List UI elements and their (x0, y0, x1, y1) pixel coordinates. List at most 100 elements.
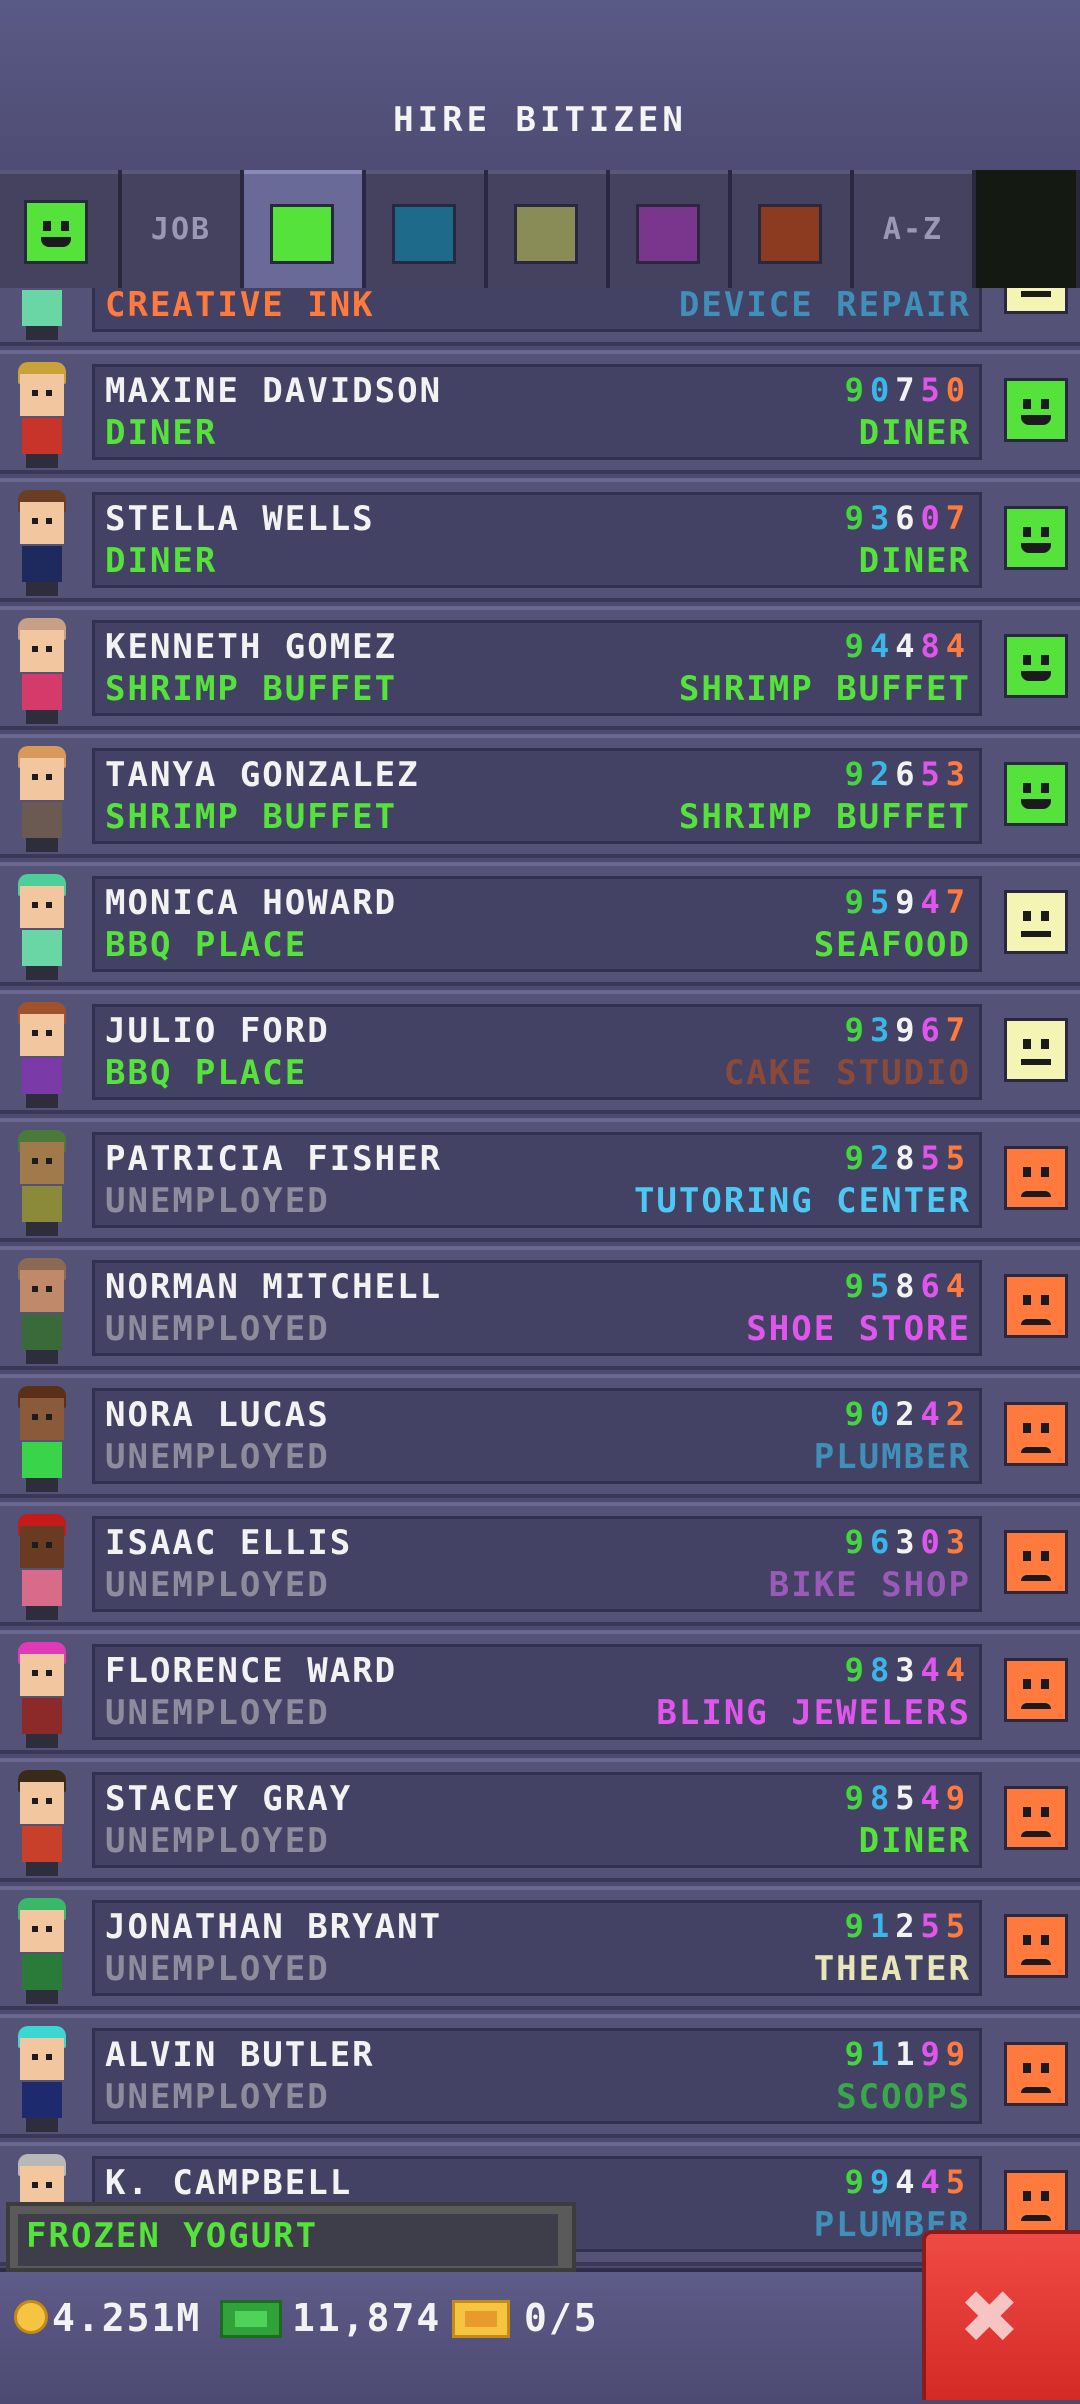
bitizen-name: STELLA WELLS (105, 499, 375, 539)
happy-face-icon (1004, 762, 1068, 826)
bitizen-name: STACEY GRAY (105, 1779, 353, 1819)
filter-tab[interactable]: JOB (122, 170, 240, 288)
avatar (12, 746, 72, 852)
avatar (12, 618, 72, 724)
bitizen-name: FLORENCE WARD (105, 1651, 398, 1691)
dream-job: TUTORING CENTER (633, 1181, 971, 1221)
list-item[interactable]: FLORENCE WARD 98344 UNEMPLOYED BLING JEWELE… (0, 1630, 1080, 1754)
page-title: HIRE BITIZEN (393, 100, 687, 140)
color-swatch (270, 204, 334, 264)
dream-job: PLUMBER (813, 1437, 971, 1477)
list-item[interactable]: ALVIN BUTLER 91199 UNEMPLOYED SCOOPS (0, 2014, 1080, 2138)
neutral-face-icon (1004, 288, 1068, 314)
current-job: UNEMPLOYED (105, 1181, 330, 1221)
bitizen-card: PATRICIA FISHER 92855 UNEMPLOYED TUTORING C… (92, 1132, 982, 1228)
bitizen-name: PATRICIA FISHER (105, 1139, 443, 1179)
bitizen-name: JULIO FORD (105, 1011, 330, 1051)
list-item[interactable]: CREATIVE INK DEVICE REPAIR (0, 288, 1080, 346)
list-item[interactable]: PATRICIA FISHER 92855 UNEMPLOYED TUTORING C… (0, 1118, 1080, 1242)
bitizen-number: 94484 (844, 627, 971, 665)
filter-tab-label: JOB (150, 212, 212, 247)
sad-face-icon (1004, 1914, 1068, 1978)
avatar (12, 1642, 72, 1748)
bitizen-card: CREATIVE INK DEVICE REPAIR (92, 288, 982, 332)
happy-face-icon (1004, 634, 1068, 698)
bitizen-number: 96303 (844, 1523, 971, 1561)
filter-tab[interactable] (244, 170, 362, 288)
filter-tab[interactable] (488, 170, 606, 288)
bitizen-card: NORMAN MITCHELL 95864 UNEMPLOYED SHOE STORE (92, 1260, 982, 1356)
happy-face-icon (24, 200, 88, 264)
list-item[interactable]: JULIO FORD 93967 BBQ PLACE CAKE STUDIO (0, 990, 1080, 1114)
avatar (12, 1002, 72, 1108)
dream-job: DINER (858, 541, 971, 581)
tickets-value: 0/5 (524, 2296, 599, 2340)
color-swatch (758, 204, 822, 264)
current-job: DINER (105, 541, 218, 581)
current-job: BBQ PLACE (105, 925, 308, 965)
current-job: BBQ PLACE (105, 1053, 308, 1093)
bux-icon (220, 2300, 282, 2338)
bitizen-card: TANYA GONZALEZ 92653 SHRIMP BUFFET SHRIMP B… (92, 748, 982, 844)
bitizen-number: 92855 (844, 1139, 971, 1177)
happy-face-icon (1004, 506, 1068, 570)
ticket-icon (452, 2300, 510, 2338)
dream-job: BIKE SHOP (768, 1565, 971, 1605)
avatar (12, 874, 72, 980)
dream-job: DINER (858, 413, 971, 453)
sad-face-icon (1004, 1658, 1068, 1722)
list-item[interactable]: NORMAN MITCHELL 95864 UNEMPLOYED SHOE STORE (0, 1246, 1080, 1370)
bitizen-card: ISAAC ELLIS 96303 UNEMPLOYED BIKE SHOP (92, 1516, 982, 1612)
bitizen-name: MAXINE DAVIDSON (105, 371, 443, 411)
filter-tab[interactable] (610, 170, 728, 288)
avatar (12, 490, 72, 596)
list-item[interactable]: JONATHAN BRYANT 91255 UNEMPLOYED THEATER (0, 1886, 1080, 2010)
avatar (12, 1386, 72, 1492)
current-job: UNEMPLOYED (105, 1949, 330, 1989)
dream-job: SEAFOOD (813, 925, 971, 965)
bitizen-list[interactable]: CREATIVE INK DEVICE REPAIR MAXINE DAVIDSON… (0, 288, 1080, 2268)
bitizen-name: ISAAC ELLIS (105, 1523, 353, 1563)
dream-job: DEVICE REPAIR (678, 288, 971, 325)
list-item[interactable]: NORA LUCAS 90242 UNEMPLOYED PLUMBER (0, 1374, 1080, 1498)
current-job: CREATIVE INK (105, 288, 375, 325)
coins-value: 4.251M (52, 2296, 202, 2340)
bitizen-number: 93607 (844, 499, 971, 537)
bitizen-card: MAXINE DAVIDSON 90750 DINER DINER (92, 364, 982, 460)
filter-tab[interactable] (366, 170, 484, 288)
sad-face-icon (1004, 1786, 1068, 1850)
list-item[interactable]: MONICA HOWARD 95947 BBQ PLACE SEAFOOD (0, 862, 1080, 986)
list-item[interactable]: MAXINE DAVIDSON 90750 DINER DINER (0, 350, 1080, 474)
dream-job: SHRIMP BUFFET (678, 669, 971, 709)
filter-tab[interactable] (0, 170, 118, 288)
avatar (12, 2026, 72, 2132)
avatar (12, 1514, 72, 1620)
list-item[interactable]: STELLA WELLS 93607 DINER DINER (0, 478, 1080, 602)
list-item[interactable]: TANYA GONZALEZ 92653 SHRIMP BUFFET SHRIMP B… (0, 734, 1080, 858)
bitizen-name: MONICA HOWARD (105, 883, 398, 923)
coin-icon (14, 2300, 48, 2334)
bitizen-name: TANYA GONZALEZ (105, 755, 420, 795)
list-item[interactable]: STACEY GRAY 98549 UNEMPLOYED DINER (0, 1758, 1080, 1882)
current-job: UNEMPLOYED (105, 1309, 330, 1349)
color-swatch (636, 204, 700, 264)
bitizen-number: 90750 (844, 371, 971, 409)
color-swatch (514, 204, 578, 264)
bitizen-card: STELLA WELLS 93607 DINER DINER (92, 492, 982, 588)
close-button[interactable]: ✖ (922, 2230, 1080, 2400)
avatar (12, 1898, 72, 2004)
bitizen-number: 90242 (844, 1395, 971, 1433)
current-job: UNEMPLOYED (105, 1821, 330, 1861)
dream-job: SHRIMP BUFFET (678, 797, 971, 837)
neutral-face-icon (1004, 890, 1068, 954)
avatar (12, 1130, 72, 1236)
dream-job: SCOOPS (836, 2077, 971, 2117)
bitizen-name: ALVIN BUTLER (105, 2035, 375, 2075)
dream-job: CAKE STUDIO (723, 1053, 971, 1093)
filter-tab[interactable] (732, 170, 850, 288)
list-item[interactable]: KENNETH GOMEZ 94484 SHRIMP BUFFET SHRIMP BU… (0, 606, 1080, 730)
filter-tab[interactable]: A-Z (854, 170, 972, 288)
bitizen-number: 91199 (844, 2035, 971, 2073)
list-item[interactable]: ISAAC ELLIS 96303 UNEMPLOYED BIKE SHOP (0, 1502, 1080, 1626)
bitizen-number: 95864 (844, 1267, 971, 1305)
